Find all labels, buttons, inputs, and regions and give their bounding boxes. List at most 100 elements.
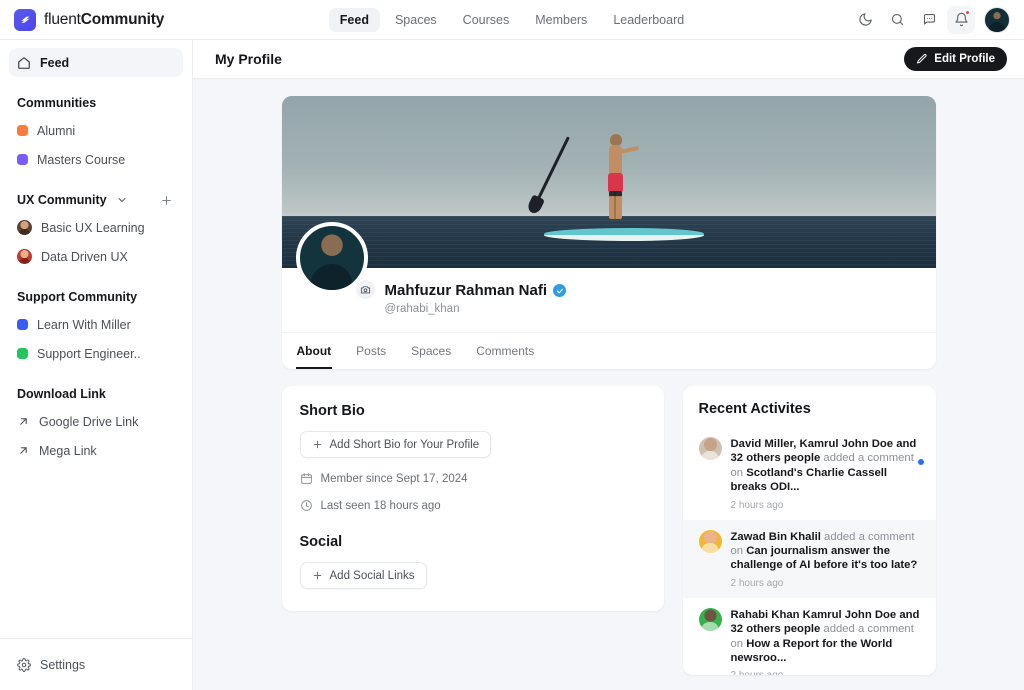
sidebar-item-learn-with-miller-label: Learn With Miller [37, 317, 131, 332]
plus-icon [312, 439, 323, 450]
main-content: My Profile Edit Profile Mahfuzur Rahman … [193, 40, 1024, 690]
brand-text: fluentCommunity [44, 11, 164, 29]
sidebar-item-google-drive-link-label: Google Drive Link [39, 414, 139, 429]
sidebar-item-support-engineer-label: Support Engineer.. [37, 346, 141, 361]
camera-icon[interactable] [353, 278, 377, 301]
sidebar-item-mega-link-label: Mega Link [39, 443, 97, 458]
nav-item-courses[interactable]: Courses [452, 8, 521, 32]
tab-comments[interactable]: Comments [475, 333, 535, 369]
page-title: My Profile [215, 51, 282, 67]
add-social-links-button[interactable]: Add Social Links [299, 562, 427, 589]
sidebar-item-settings[interactable]: Settings [17, 650, 175, 679]
edit-profile-button[interactable]: Edit Profile [904, 47, 1007, 71]
nav-item-leaderboard[interactable]: Leaderboard [602, 8, 695, 32]
profile-card: Mahfuzur Rahman Nafi @rahabi_khan About … [281, 96, 936, 369]
sidebar-item-google-drive-link[interactable]: Google Drive Link [9, 407, 183, 436]
tab-about[interactable]: About [295, 333, 333, 369]
community-color-swatch-icon [17, 319, 28, 330]
activity-time: 2 hours ago [730, 577, 784, 589]
activity-text: Zawad Bin Khalil added a comment on Can … [731, 530, 922, 573]
activity-target[interactable]: How a Report for the World newsroo... [731, 638, 893, 664]
activity-avatar [698, 607, 722, 631]
sidebar-item-masters-course-label: Masters Course [37, 152, 126, 167]
sidebar-item-masters-course[interactable]: Masters Course [9, 145, 183, 174]
profile-identity-text: Mahfuzur Rahman Nafi @rahabi_khan [282, 268, 936, 332]
tab-spaces[interactable]: Spaces [410, 333, 452, 369]
space-avatar-icon [17, 220, 32, 235]
nav-item-feed[interactable]: Feed [328, 7, 380, 32]
sidebar-item-data-driven-ux[interactable]: Data Driven UX [9, 242, 183, 271]
community-color-swatch-icon [17, 154, 28, 165]
profile-identity: Mahfuzur Rahman Nafi @rahabi_khan About … [281, 222, 936, 369]
nav-item-spaces[interactable]: Spaces [384, 8, 448, 32]
activity-target[interactable]: Scotland's Charlie Cassell breaks ODI... [731, 467, 888, 493]
sidebar-footer: Settings [0, 638, 192, 690]
notifications-bell-icon[interactable] [947, 5, 975, 34]
avatar[interactable] [984, 6, 1010, 33]
list-item[interactable]: David Miller, Kamrul John Doe and 32 oth… [683, 427, 936, 520]
profile-handle: @rahabi_khan [384, 303, 460, 315]
notification-badge [965, 9, 970, 15]
gear-icon [17, 657, 31, 672]
plus-icon [312, 570, 323, 581]
list-item[interactable]: Zawad Bin Khalil added a comment on Can … [682, 519, 936, 598]
sidebar-item-basic-ux-learning[interactable]: Basic UX Learning [9, 213, 183, 242]
header-actions [710, 5, 1010, 34]
activity-body: Zawad Bin Khalil added a comment on Can … [731, 530, 922, 589]
calendar-icon [300, 472, 313, 485]
page-header: My Profile Edit Profile [193, 40, 1024, 79]
sidebar-item-support-engineer[interactable]: Support Engineer.. [9, 339, 183, 368]
profile-name: Mahfuzur Rahman Nafi [384, 282, 548, 299]
sidebar-item-feed[interactable]: Feed [9, 48, 183, 77]
sidebar-section-ux-community-title: UX Community [17, 193, 107, 207]
app-header: fluentCommunity Feed Spaces Courses Memb… [0, 0, 1024, 40]
sidebar-item-feed-label: Feed [40, 55, 70, 70]
sidebar-section-download-link-title: Download Link [17, 387, 106, 401]
activity-time: 2 hours ago [730, 499, 784, 511]
sidebar-item-mega-link[interactable]: Mega Link [9, 436, 183, 465]
dark-mode-icon[interactable] [851, 6, 879, 34]
add-short-bio-label: Add Short Bio for Your Profile [329, 438, 480, 451]
add-social-links-label: Add Social Links [329, 569, 415, 582]
nav-item-members[interactable]: Members [524, 8, 598, 32]
chevron-down-icon[interactable] [113, 191, 131, 209]
sidebar-item-alumni-label: Alumni [37, 123, 76, 138]
profile-column: Mahfuzur Rahman Nafi @rahabi_khan About … [281, 96, 936, 690]
add-space-icon[interactable] [157, 191, 175, 209]
activity-avatar [698, 529, 722, 553]
sidebar-section-communities-title: Communities [17, 96, 97, 110]
sidebar-section-ux-community-header[interactable]: UX Community [9, 187, 183, 213]
space-avatar-icon [17, 249, 32, 264]
external-link-arrow-icon [17, 413, 30, 431]
profile-name-row: Mahfuzur Rahman Nafi [385, 282, 936, 299]
profile-lower-grid: Short Bio Add Short Bio for Your Profile [281, 386, 936, 675]
activity-target[interactable]: Can journalism answer the challenge of A… [731, 545, 918, 571]
sidebar-section-communities-header: Communities [9, 90, 183, 116]
activity-time: 2 hours ago [731, 670, 922, 675]
brand-logo[interactable]: fluentCommunity [14, 8, 314, 31]
sidebar-item-alumni[interactable]: Alumni [9, 116, 183, 145]
activity-body: Rahabi Khan Kamrul John Doe and 32 other… [731, 608, 922, 675]
sidebar-item-settings-label: Settings [40, 657, 86, 672]
activity-list: David Miller, Kamrul John Doe and 32 oth… [682, 427, 936, 675]
external-link-arrow-icon [17, 442, 30, 460]
pencil-icon [916, 53, 928, 65]
primary-nav: Feed Spaces Courses Members Leaderboard [314, 7, 710, 32]
messages-icon[interactable] [915, 6, 943, 34]
member-since-row: Member since Sept 17, 2024 [300, 472, 646, 485]
search-icon[interactable] [883, 6, 911, 34]
tab-posts[interactable]: Posts [355, 333, 387, 369]
community-color-swatch-icon [17, 125, 28, 136]
short-bio-title: Short Bio [299, 403, 365, 419]
sidebar-item-data-driven-ux-label: Data Driven UX [41, 249, 128, 264]
unread-dot-icon [917, 459, 924, 465]
activity-body: David Miller, Kamrul John Doe and 32 oth… [731, 437, 922, 511]
list-item[interactable]: Rahabi Khan Kamrul John Doe and 32 other… [683, 598, 936, 675]
sidebar-item-learn-with-miller[interactable]: Learn With Miller [9, 310, 183, 339]
cover-photo[interactable] [281, 96, 936, 268]
cover-person [603, 133, 639, 234]
activity-text: David Miller, Kamrul John Doe and 32 oth… [731, 437, 922, 495]
add-short-bio-button[interactable]: Add Short Bio for Your Profile [299, 431, 492, 458]
activity-text: Rahabi Khan Kamrul John Doe and 32 other… [731, 608, 922, 666]
app-root: fluentCommunity Feed Spaces Courses Memb… [0, 0, 1024, 690]
